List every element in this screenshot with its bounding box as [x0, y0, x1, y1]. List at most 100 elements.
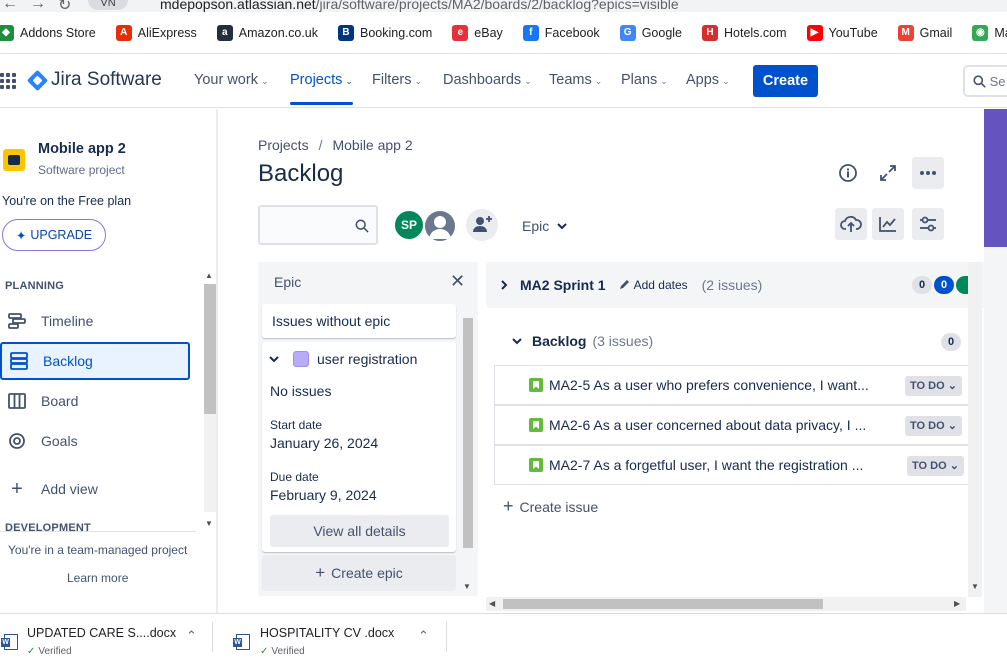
bookmark-item[interactable]: B Booking.com — [338, 24, 432, 41]
scrollbar-thumb[interactable] — [503, 599, 823, 609]
epic-filter-dropdown[interactable]: Epic — [512, 212, 577, 240]
epic-panel-scrollbar[interactable]: ▼ — [462, 304, 474, 594]
address-field[interactable]: mdepopson.atlassian.net/jira/software/pr… — [160, 0, 679, 12]
epic-card[interactable]: user registration No issues Start date J… — [262, 342, 456, 552]
bookmark-item[interactable]: A AliExpress — [115, 24, 197, 41]
nav-your-work[interactable]: Your work ⌄ — [194, 72, 269, 88]
learn-more-link[interactable]: Learn more — [67, 571, 128, 585]
sidebar-scrollbar[interactable]: ▲ ▼ — [202, 269, 216, 534]
bookmark-item[interactable]: ◉ Maps — [972, 24, 1007, 41]
forward-icon[interactable]: → — [30, 0, 46, 12]
word-doc-icon — [233, 634, 250, 650]
chevron-down-icon[interactable] — [512, 337, 522, 345]
scrollbar-thumb[interactable] — [204, 284, 216, 414]
bookmark-item[interactable]: e eBay — [452, 24, 503, 41]
add-people-button[interactable] — [466, 209, 498, 241]
upgrade-button[interactable]: ✦ UPGRADE — [2, 219, 106, 251]
bookmark-item[interactable]: a Amazon.co.uk — [216, 24, 318, 41]
insights-button[interactable] — [872, 208, 904, 240]
issue-row[interactable]: MA2-6 As a user concerned about data pri… — [494, 405, 970, 445]
release-button[interactable] — [835, 208, 867, 240]
start-date-label: Start date — [270, 418, 323, 432]
download-filename: UPDATED CARE S....docx — [27, 626, 177, 640]
product-name: Jira Software — [51, 69, 162, 90]
nav-projects[interactable]: Projects ⌄ — [290, 72, 353, 105]
bookmark-item[interactable]: M Gmail — [897, 24, 952, 41]
chevron-down-icon[interactable] — [269, 355, 279, 363]
jira-logo[interactable]: Jira Software — [26, 69, 162, 91]
bookmark-label: Maps — [994, 25, 1007, 40]
add-dates-link[interactable]: Add dates — [618, 278, 688, 292]
create-issue-button[interactable]: + Create issue — [503, 496, 598, 517]
reload-icon[interactable]: ↻ — [58, 0, 71, 12]
download-item[interactable]: UPDATED CARE S....docx ✓Verified ⌃ — [0, 614, 210, 659]
nav-plans[interactable]: Plans ⌄ — [621, 72, 668, 88]
close-icon[interactable]: ✕ — [450, 271, 465, 292]
sidebar-item-timeline[interactable]: Timeline — [0, 302, 190, 340]
scroll-up-icon[interactable]: ▲ — [205, 271, 213, 280]
create-button[interactable]: Create — [753, 65, 818, 97]
breadcrumb: Projects / Mobile app 2 — [258, 137, 413, 153]
backlog-search-input[interactable] — [258, 205, 378, 245]
download-status: ✓ Verified — [27, 646, 72, 657]
epic-name: user registration — [317, 351, 418, 367]
nav-apps[interactable]: Apps ⌄ — [686, 72, 730, 88]
download-item[interactable]: HOSPITALITY CV .docx ✓Verified ⌃ — [232, 614, 442, 659]
breadcrumb-projects[interactable]: Projects — [258, 137, 309, 153]
scroll-down-icon[interactable]: ▼ — [463, 582, 471, 591]
bookmark-item[interactable]: H Hotels.com — [702, 24, 787, 41]
scrollbar-thumb[interactable] — [463, 318, 473, 548]
chevron-up-icon[interactable]: ⌃ — [186, 628, 197, 644]
nav-teams[interactable]: Teams ⌄ — [549, 72, 602, 88]
global-search-input[interactable]: Se — [963, 65, 1007, 97]
sidebar-item-goals[interactable]: Goals — [0, 422, 190, 460]
info-button[interactable] — [832, 157, 864, 189]
bookmark-item[interactable]: ◆ Addons Store — [0, 24, 96, 41]
bookmark-item[interactable]: f Facebook — [522, 24, 600, 41]
avatar-unassigned[interactable] — [423, 209, 457, 243]
app-switcher-icon[interactable] — [0, 73, 16, 89]
nav-filters[interactable]: Filters ⌄ — [372, 72, 422, 88]
chevron-down-icon: ⌄ — [949, 460, 959, 472]
status-dropdown[interactable]: TO DO ⌄ — [907, 456, 964, 476]
expand-button[interactable] — [872, 157, 904, 189]
avatar[interactable]: SP — [393, 209, 425, 241]
issues-without-epic[interactable]: Issues without epic — [262, 304, 456, 338]
back-icon[interactable]: ← — [2, 0, 18, 12]
sprint-header[interactable]: MA2 Sprint 1 Add dates (2 issues) 0 0 — [486, 262, 986, 308]
nav-dashboards[interactable]: Dashboards ⌄ — [443, 72, 532, 88]
scroll-down-icon[interactable]: ▼ — [971, 582, 979, 591]
bookmark-item[interactable]: ▶ YouTube — [806, 24, 878, 41]
status-dropdown[interactable]: TO DO ⌄ — [905, 416, 962, 436]
chevron-down-icon — [557, 223, 567, 230]
sidebar-item-board[interactable]: Board — [0, 382, 190, 420]
create-epic-button[interactable]: + Create epic — [262, 555, 456, 591]
vertical-scrollbar[interactable]: ▼ — [968, 262, 982, 597]
more-actions-button[interactable] — [912, 157, 944, 189]
settings-sliders-icon — [920, 216, 936, 232]
sidebar-item-backlog[interactable]: Backlog — [0, 342, 190, 380]
chevron-right-icon[interactable] — [500, 280, 508, 290]
issue-row[interactable]: MA2-7 As a forgetful user, I want the re… — [494, 445, 970, 485]
horizontal-scrollbar[interactable]: ◀ ▶ — [486, 597, 966, 611]
issue-row[interactable]: MA2-5 As a user who prefers convenience,… — [494, 365, 970, 405]
backlog-header[interactable]: Backlog (3 issues) — [512, 333, 653, 349]
chevron-down-icon: ⌄ — [947, 380, 957, 392]
side-panel-edge — [984, 109, 1007, 247]
chevron-up-icon[interactable]: ⌃ — [418, 628, 429, 644]
browser-url-bar: ← → ↻ VN mdepopson.atlassian.net/jira/so… — [0, 0, 1007, 12]
profile-pill[interactable]: VN — [88, 0, 128, 10]
view-all-details-button[interactable]: View all details — [270, 515, 449, 547]
breadcrumb-project[interactable]: Mobile app 2 — [332, 137, 412, 153]
add-view-button[interactable]: + Add view — [0, 470, 190, 508]
scroll-left-icon[interactable]: ◀ — [489, 599, 495, 608]
scroll-right-icon[interactable]: ▶ — [954, 599, 960, 608]
backlog-issue-count: (3 issues) — [592, 333, 654, 349]
bookmark-item[interactable]: G Google — [619, 24, 682, 41]
booking-icon: B — [338, 24, 355, 41]
due-date-label: Due date — [270, 470, 319, 484]
scroll-down-icon[interactable]: ▼ — [205, 519, 213, 528]
status-dropdown[interactable]: TO DO ⌄ — [905, 376, 962, 396]
project-name[interactable]: Mobile app 2 — [38, 141, 126, 157]
view-settings-button[interactable] — [912, 208, 944, 240]
